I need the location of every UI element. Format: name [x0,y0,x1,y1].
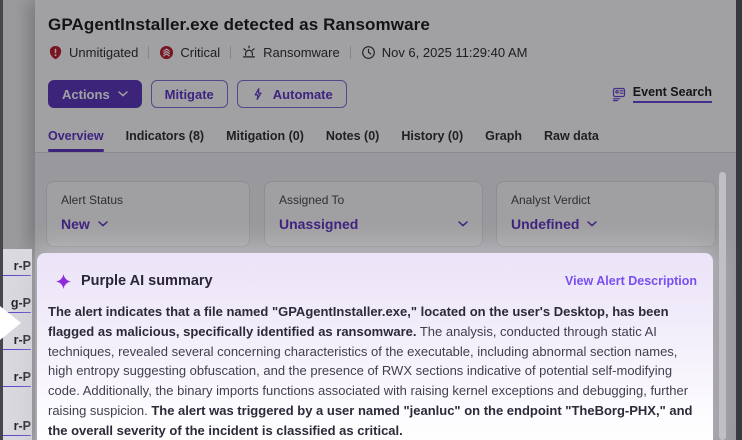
purple-ai-summary-header: Purple AI summary View Alert Description [56,273,697,289]
left-list-panel: r-P g-P r-P r-P r-P [3,249,32,440]
purple-ai-summary-card: Purple AI summary View Alert Description… [37,253,713,440]
tooltip-arrow [0,306,21,340]
alert-detail-screen: » GPAgentInstaller.exe detected as Ranso… [0,0,742,440]
scrollbar-thumb[interactable] [719,172,726,440]
purple-ai-summary-title: Purple AI summary [81,273,213,289]
list-item[interactable]: r-P [3,419,31,436]
list-item[interactable]: r-P [3,259,31,276]
view-alert-description-link[interactable]: View Alert Description [565,274,697,288]
purple-ai-summary-body: The alert indicates that a file named "G… [48,302,703,440]
sparkle-icon [56,274,71,289]
list-item[interactable]: r-P [3,370,31,387]
